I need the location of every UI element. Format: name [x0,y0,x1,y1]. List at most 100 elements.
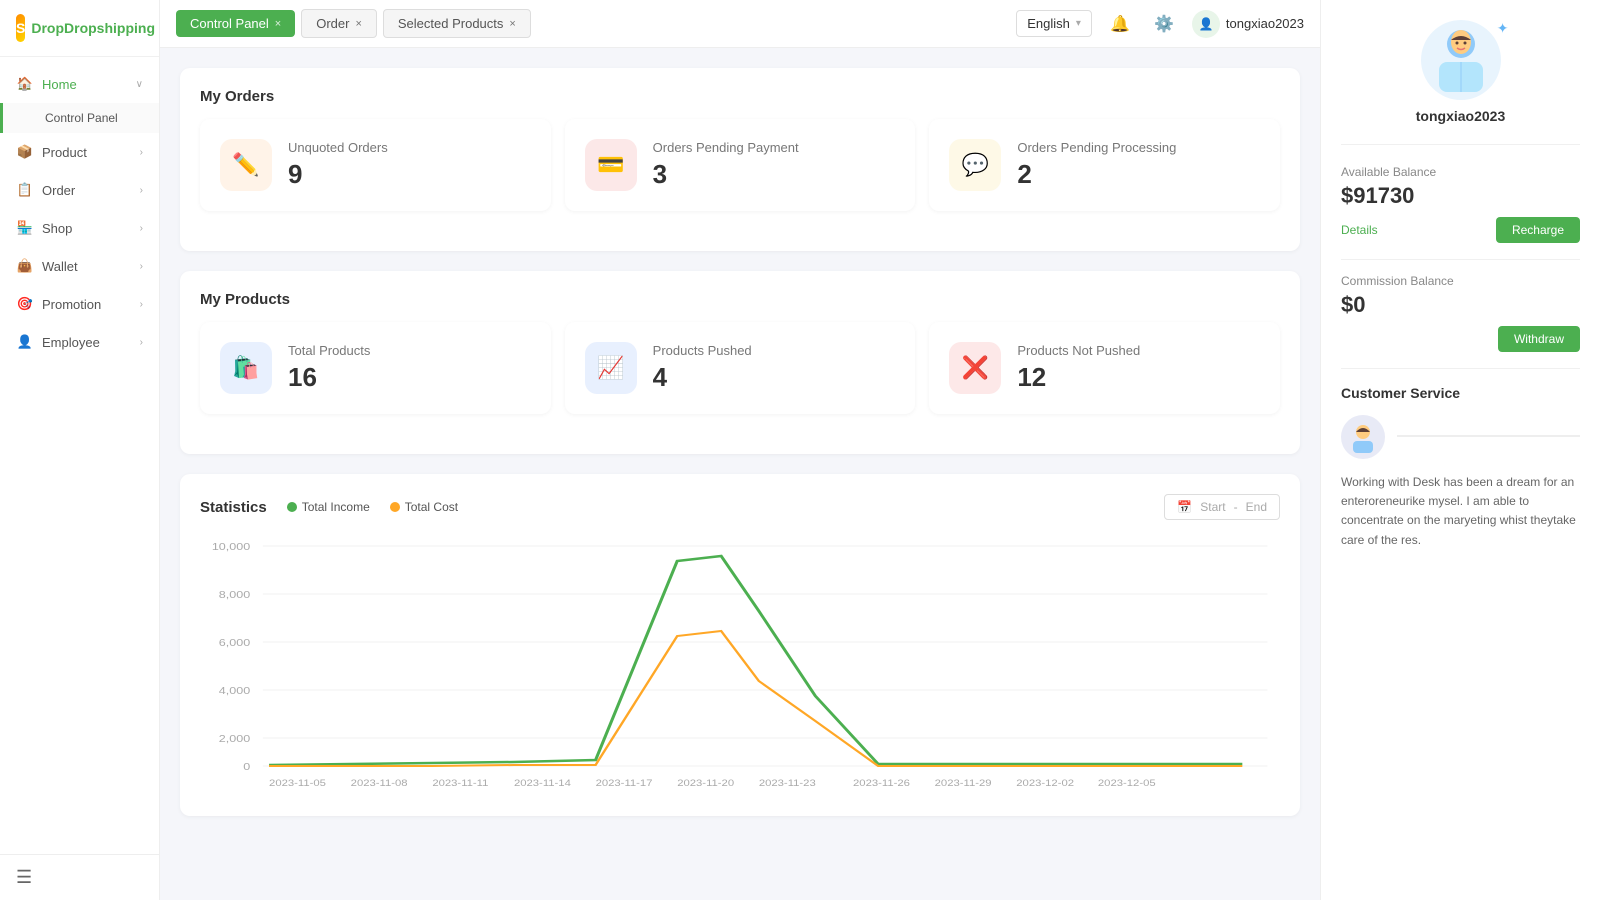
commission-balance-actions: Withdraw [1341,326,1580,352]
language-label: English [1027,16,1070,31]
settings-button[interactable]: ⚙️ [1148,8,1180,40]
svg-text:2023-11-14: 2023-11-14 [514,779,571,789]
products-not-pushed-icon: ❌ [949,342,1001,394]
svg-text:6,000: 6,000 [219,638,250,649]
pending-processing-icon: 💬 [949,139,1001,191]
customer-service-title: Customer Service [1341,385,1580,401]
tab-selected-products[interactable]: Selected Products × [383,9,531,38]
profile-section: ✦ tongxiao2023 [1341,20,1580,145]
sidebar-item-employee-label: Employee [42,335,100,350]
orders-section-inner: My Orders ✏️ Unquoted Orders 9 💳 [180,68,1300,251]
order-chevron: › [140,185,143,196]
topbar-right: English ▾ 🔔 ⚙️ 👤 tongxiao2023 [1016,8,1304,40]
pending-processing-value: 2 [1017,159,1176,190]
products-pushed-value: 4 [653,362,752,393]
available-balance-actions: Details Recharge [1341,217,1580,243]
sidebar-item-order[interactable]: 📋 Order › [0,171,159,209]
unquoted-orders-info: Unquoted Orders 9 [288,140,388,190]
sidebar-item-promotion-label: Promotion [42,297,101,312]
orders-section-title: My Orders [200,88,1280,105]
products-not-pushed-label: Products Not Pushed [1017,343,1140,358]
statistics-section-inner: Statistics Total Income Total Cost 📅 Sta… [180,474,1300,816]
tab-order[interactable]: Order × [301,9,377,38]
recharge-button[interactable]: Recharge [1496,217,1580,243]
svg-text:2023-11-08: 2023-11-08 [351,779,408,789]
pending-payment-card: 💳 Orders Pending Payment 3 [565,119,916,211]
svg-text:2023-11-26: 2023-11-26 [853,779,910,789]
orders-cards-row: ✏️ Unquoted Orders 9 💳 Orders Pending Pa… [200,119,1280,211]
bell-icon: 🔔 [1110,14,1130,34]
products-not-pushed-info: Products Not Pushed 12 [1017,343,1140,393]
products-pushed-label: Products Pushed [653,343,752,358]
menu-icon[interactable]: ☰ [16,867,32,887]
products-section-title: My Products [200,291,1280,308]
wallet-chevron: › [140,261,143,272]
user-info[interactable]: 👤 tongxiao2023 [1192,10,1304,38]
svg-text:2023-12-05: 2023-12-05 [1098,779,1156,789]
details-link[interactable]: Details [1341,223,1378,237]
sidebar-item-employee[interactable]: 👤 Employee › [0,323,159,361]
svg-text:2023-11-05: 2023-11-05 [269,779,326,789]
stats-title: Statistics [200,499,267,516]
promotion-chevron: › [140,299,143,310]
profile-name: tongxiao2023 [1341,108,1580,124]
wallet-icon: 👜 [16,257,34,275]
stats-header: Statistics Total Income Total Cost 📅 Sta… [200,494,1280,520]
order-icon: 📋 [16,181,34,199]
sidebar-item-promotion[interactable]: 🎯 Promotion › [0,285,159,323]
cost-legend-label: Total Cost [405,500,458,514]
available-balance-label: Available Balance [1341,165,1580,179]
svg-text:2023-11-20: 2023-11-20 [677,779,734,789]
calendar-icon: 📅 [1177,500,1192,514]
available-balance-amount: $91730 [1341,183,1580,209]
products-pushed-info: Products Pushed 4 [653,343,752,393]
sidebar-item-shop[interactable]: 🏪 Shop › [0,209,159,247]
logo-text: DropDropshipping [31,20,155,36]
tab-control-panel-close[interactable]: × [275,18,281,30]
sidebar: S DropDropshipping 🏠 Home ∨ Control Pane… [0,0,160,900]
commission-balance-label: Commission Balance [1341,274,1580,288]
tab-order-label: Order [316,16,349,31]
commission-balance-amount: $0 [1341,292,1580,318]
pending-processing-info: Orders Pending Processing 2 [1017,140,1176,190]
cs-avatar [1341,415,1385,459]
legend-cost: Total Cost [390,500,458,514]
tab-selected-products-label: Selected Products [398,16,504,31]
date-end: End [1246,500,1267,514]
tab-control-panel[interactable]: Control Panel × [176,10,295,37]
sidebar-item-home[interactable]: 🏠 Home ∨ [0,65,159,103]
products-not-pushed-value: 12 [1017,362,1140,393]
home-label: Home [42,77,77,92]
unquoted-orders-icon: ✏️ [220,139,272,191]
shop-chevron: › [140,223,143,234]
products-section: My Products 🛍️ Total Products 16 📈 [180,271,1300,454]
sidebar-item-product-label: Product [42,145,87,160]
logo: S DropDropshipping [0,0,159,57]
withdraw-button[interactable]: Withdraw [1498,326,1580,352]
language-selector[interactable]: English ▾ [1016,10,1092,37]
logo-icon: S [16,14,25,42]
cs-line [1397,435,1580,437]
cs-avatar-svg [1345,419,1381,455]
sidebar-item-product[interactable]: 📦 Product › [0,133,159,171]
orders-section: My Orders ✏️ Unquoted Orders 9 💳 [180,68,1300,251]
home-icon: 🏠 [16,75,34,93]
available-balance-section: Available Balance $91730 Details Recharg… [1341,165,1580,243]
unquoted-orders-label: Unquoted Orders [288,140,388,155]
language-chevron-icon: ▾ [1076,18,1081,29]
products-not-pushed-card: ❌ Products Not Pushed 12 [929,322,1280,414]
tab-order-close[interactable]: × [355,18,361,30]
total-products-icon: 🛍️ [220,342,272,394]
products-pushed-icon: 📈 [585,342,637,394]
tab-selected-products-close[interactable]: × [509,18,515,30]
gear-icon: ⚙️ [1154,14,1174,34]
sidebar-item-control-panel[interactable]: Control Panel [0,103,159,133]
svg-text:2023-11-17: 2023-11-17 [596,779,653,789]
sidebar-item-wallet[interactable]: 👜 Wallet › [0,247,159,285]
date-range-picker[interactable]: 📅 Start - End [1164,494,1280,520]
notification-button[interactable]: 🔔 [1104,8,1136,40]
topbar: Control Panel × Order × Selected Product… [160,0,1320,48]
pending-payment-icon: 💳 [585,139,637,191]
employee-icon: 👤 [16,333,34,351]
svg-text:10,000: 10,000 [212,542,250,553]
